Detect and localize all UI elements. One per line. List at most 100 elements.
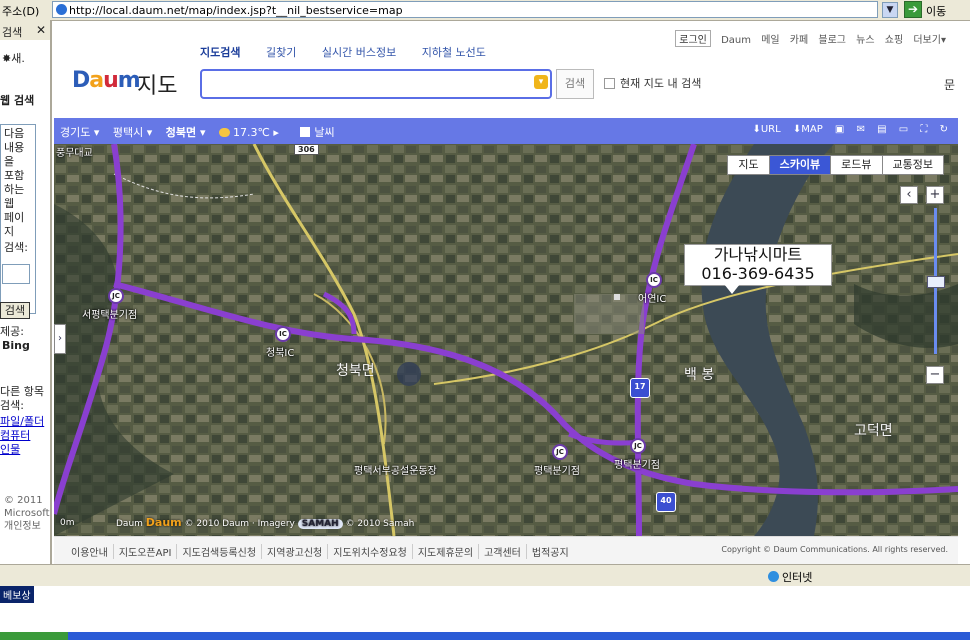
jc-marker[interactable]: JC <box>108 288 124 304</box>
map-label: 서평택분기점 <box>82 310 138 321</box>
address-field[interactable]: http://local.daum.net/map/index.jsp?t__n… <box>52 1 878 18</box>
link-files[interactable]: 파일/폴더 <box>0 415 50 429</box>
weather-sun-icon <box>219 128 230 137</box>
tab-bus-info[interactable]: 실시간 버스정보 <box>322 44 396 60</box>
zoom-out-icon[interactable]: − <box>926 366 944 384</box>
go-button[interactable]: 이동 <box>926 3 946 19</box>
other-search-links: 파일/폴더 컴퓨터 인물 <box>0 415 50 457</box>
map-label: 청북IC <box>266 348 295 359</box>
browser-status-bar: 인터넷 <box>0 564 970 587</box>
footer-link[interactable]: 지도위치수정요청 <box>328 544 413 559</box>
map-download-icon[interactable]: ⬇MAP <box>793 124 823 135</box>
search-pane-header: 검색 ✕ <box>0 20 50 40</box>
weather-widget[interactable]: 17.3℃ ▸ <box>219 126 279 139</box>
area-label: 고덕면 <box>854 423 893 439</box>
map-search-button[interactable]: 검색 <box>556 69 594 99</box>
service-name[interactable]: 지도 <box>137 68 177 100</box>
side-link[interactable]: 문 <box>944 76 955 93</box>
util-link[interactable]: Daum <box>721 35 751 46</box>
page-footer: 이용안내 지도오픈API 지도검색등록신청 지역광고신청 지도위치수정요청 지도제휴문의 고… <box>54 536 958 565</box>
crumb-city[interactable]: 평택시 ▾ <box>113 124 152 140</box>
other-search-label: 다른 항목 검색: <box>0 385 44 412</box>
footer-link[interactable]: 지역광고신청 <box>262 544 329 559</box>
description-line: 하는 <box>4 183 25 196</box>
satellite-map[interactable]: 지도 스카이뷰 로드뷰 교통정보 ‹ + − › 가나낚시마트 016-369-643… <box>54 144 958 536</box>
map-toolbar: 경기도 ▾ 평택시 ▾ 청북면 ▾ 17.3℃ ▸ 날씨 ⬇URL ⬇MAP ▣… <box>54 118 958 144</box>
util-link[interactable]: 카페 <box>790 31 808 46</box>
footer-link[interactable]: 지도제휴문의 <box>413 544 480 559</box>
crumb-province[interactable]: 경기도 ▾ <box>60 124 99 140</box>
search-suggest-icon[interactable]: ▾ <box>534 75 548 89</box>
daum-logo[interactable]: Daum <box>72 68 141 93</box>
jc-marker[interactable]: JC <box>552 444 568 460</box>
ruler-icon[interactable]: ▭ <box>899 124 908 135</box>
util-link[interactable]: 쇼핑 <box>885 31 903 46</box>
map-type-roadview[interactable]: 로드뷰 <box>830 155 883 175</box>
place-phone: 016-369-6435 <box>701 264 815 283</box>
sidebar-toggle-icon[interactable]: › <box>54 324 66 354</box>
zoom-slider-handle[interactable] <box>927 276 945 288</box>
globe-icon <box>768 571 779 582</box>
footer-link[interactable]: 법적공지 <box>527 544 574 559</box>
weather-toggle-label: 날씨 <box>314 126 335 139</box>
road-number-badge: 306 <box>294 144 319 155</box>
place-name: 가나낚시마트 <box>713 245 803 264</box>
map-attribution: Daum Daum © 2010 Daum · Imagery SAMAH © … <box>116 516 414 529</box>
logo-letter: u <box>103 68 119 93</box>
util-link[interactable]: 블로그 <box>818 31 846 46</box>
address-url[interactable]: http://local.daum.net/map/index.jsp?t__n… <box>69 4 403 17</box>
security-zone-label: 인터넷 <box>782 571 813 584</box>
description-line: 내용 <box>4 141 25 154</box>
ic-marker[interactable]: IC <box>275 326 291 342</box>
close-icon[interactable]: ✕ <box>36 23 46 37</box>
map-type-skyview[interactable]: 스카이뷰 <box>768 155 832 175</box>
taskbar <box>0 632 970 640</box>
link-computer[interactable]: 컴퓨터 <box>0 429 50 443</box>
login-button[interactable]: 로그인 <box>675 30 711 47</box>
tab-subway-map[interactable]: 지하철 노선도 <box>422 44 486 60</box>
util-link-more[interactable]: 더보기▾ <box>913 31 946 46</box>
security-zone: 인터넷 <box>768 569 812 585</box>
ic-marker[interactable]: IC <box>646 272 662 288</box>
crumb-town[interactable]: 청북면 ▾ <box>166 124 206 140</box>
link-people[interactable]: 인물 <box>0 443 50 457</box>
refresh-icon[interactable]: ↻ <box>940 124 948 135</box>
jc-marker[interactable]: JC <box>630 438 646 454</box>
tab-directions[interactable]: 길찾기 <box>266 44 296 60</box>
footer-link[interactable]: 지도검색등록신청 <box>177 544 263 559</box>
address-dropdown-button[interactable]: ▼ <box>882 2 898 18</box>
util-link[interactable]: 메일 <box>761 31 779 46</box>
util-link[interactable]: 뉴스 <box>856 31 874 46</box>
address-label: 주소(D) <box>2 5 40 18</box>
search-input[interactable] <box>2 264 30 284</box>
url-download-icon[interactable]: ⬇URL <box>752 124 780 135</box>
new-search-button[interactable]: ✸새. <box>2 50 25 66</box>
save-icon[interactable]: ▣ <box>835 124 844 135</box>
tab-map-search[interactable]: 지도검색 <box>200 44 240 60</box>
map-label: 풍무대교 <box>56 148 93 159</box>
place-callout[interactable]: 가나낚시마트 016-369-6435 <box>684 244 832 286</box>
page-icon <box>56 4 67 15</box>
callout-pointer <box>724 284 740 294</box>
map-type-map[interactable]: 지도 <box>727 155 770 175</box>
map-search-input[interactable] <box>200 69 552 99</box>
search-in-map-checkbox[interactable] <box>604 78 615 89</box>
search-button[interactable]: 검색 <box>0 302 30 319</box>
zoom-in-icon[interactable]: + <box>926 186 944 204</box>
mail-icon[interactable]: ✉ <box>857 124 865 135</box>
pan-left-icon[interactable]: ‹ <box>900 186 918 204</box>
print-icon[interactable]: ▤ <box>877 124 886 135</box>
footer-link[interactable]: 지도오픈API <box>114 544 178 559</box>
start-button[interactable] <box>0 632 68 640</box>
fullscreen-icon[interactable]: ⛶ <box>920 124 927 135</box>
weather-checkbox[interactable] <box>300 127 311 137</box>
satellite-imagery <box>54 144 958 536</box>
description-line: 웹 <box>4 197 15 210</box>
footer-link[interactable]: 이용안내 <box>66 544 114 559</box>
desktop-icon-label[interactable]: 베보상 <box>0 586 34 603</box>
description-line: 을 <box>4 155 15 168</box>
footer-link[interactable]: 고객센터 <box>479 544 527 559</box>
go-arrow-icon[interactable]: ➔ <box>904 1 922 18</box>
map-type-traffic[interactable]: 교통정보 <box>881 155 944 175</box>
map-type-switcher: 지도 스카이뷰 로드뷰 교통정보 <box>727 155 944 175</box>
